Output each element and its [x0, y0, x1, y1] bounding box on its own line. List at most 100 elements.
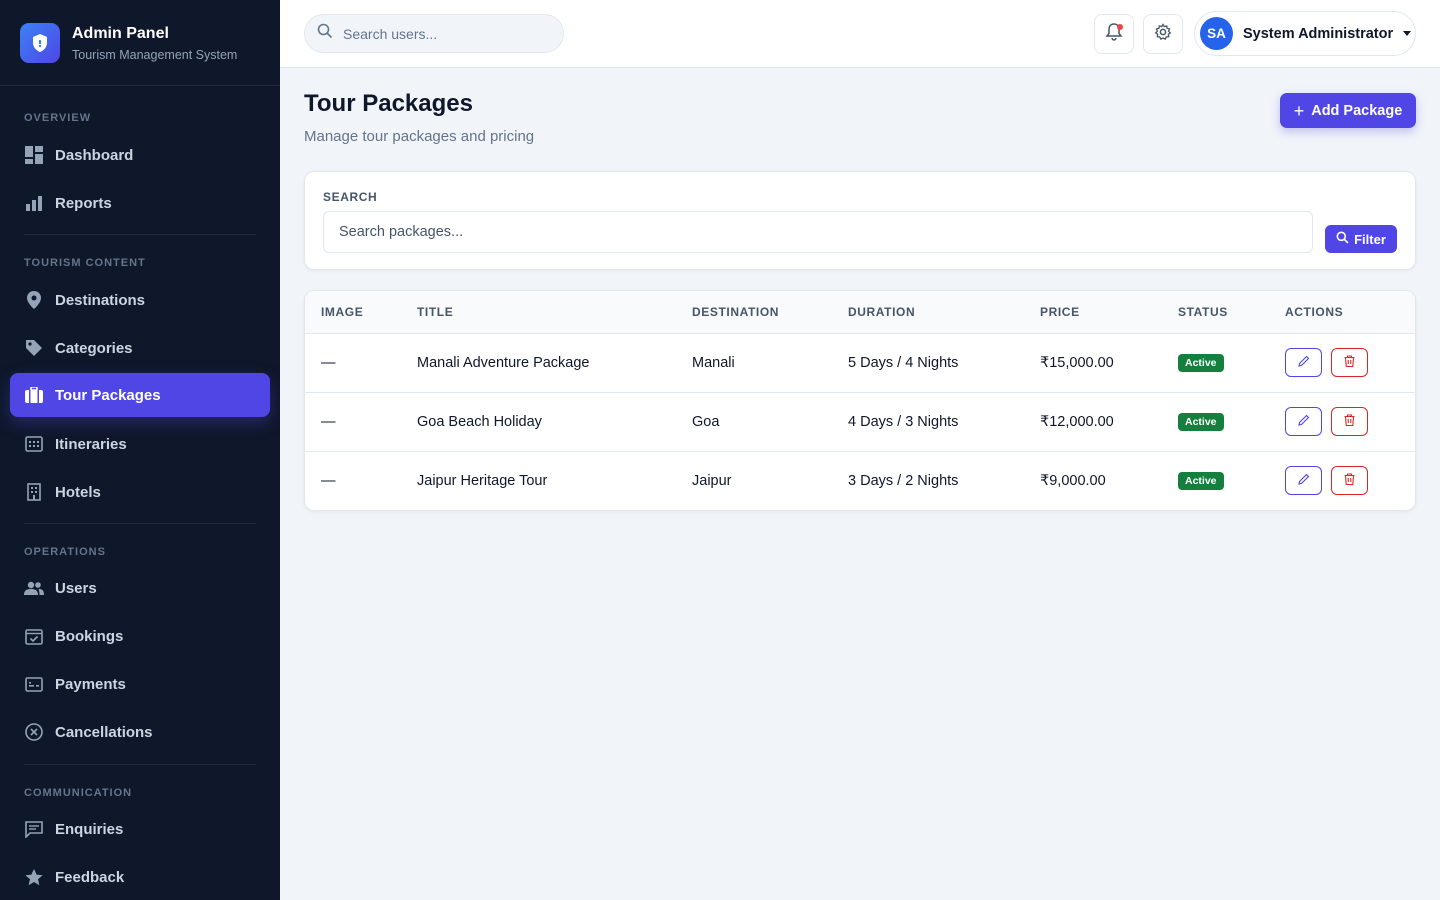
packages-table: IMAGE TITLE DESTINATION DURATION PRICE S…: [305, 291, 1415, 510]
cell-actions: [1285, 392, 1415, 452]
cell-destination: Manali: [692, 333, 848, 393]
status-badge: Active: [1178, 412, 1224, 431]
sidebar-item-bookings[interactable]: Bookings: [10, 614, 270, 658]
suitcase-icon: [24, 385, 44, 405]
sidebar-item-feedback[interactable]: Feedback: [10, 855, 270, 899]
page-title: Tour Packages: [304, 90, 473, 117]
cell-title: Manali Adventure Package: [417, 333, 692, 393]
sidebar-item-hotels[interactable]: Hotels: [10, 470, 270, 514]
sidebar-item-dashboard[interactable]: Dashboard: [10, 133, 270, 177]
filter-card: SEARCH Filter: [304, 171, 1416, 270]
map-pin-icon: [24, 290, 44, 310]
column-header-actions: ACTIONS: [1285, 291, 1415, 334]
page-subtitle: Manage tour packages and pricing: [304, 128, 535, 145]
filter-button-label: Filter: [1354, 231, 1386, 247]
table-row: — Jaipur Heritage Tour Jaipur 3 Days / 2…: [305, 451, 1415, 510]
sidebar-item-label: Tour Packages: [55, 386, 161, 404]
table-row: — Goa Beach Holiday Goa 4 Days / 3 Night…: [305, 392, 1415, 452]
sidebar-item-tour-packages[interactable]: Tour Packages: [10, 373, 270, 417]
edit-button[interactable]: [1285, 348, 1322, 377]
sidebar-item-itineraries[interactable]: Itineraries: [10, 422, 270, 466]
star-icon: [24, 867, 44, 887]
status-badge: Active: [1178, 471, 1224, 490]
sidebar-item-users[interactable]: Users: [10, 566, 270, 610]
sidebar-item-label: Dashboard: [55, 146, 134, 164]
filter-label: SEARCH: [323, 190, 378, 204]
pencil-icon: [1297, 473, 1310, 489]
cell-status: Active: [1178, 451, 1285, 510]
cell-price: ₹12,000.00: [1040, 392, 1178, 452]
tag-icon: [24, 338, 44, 358]
bar-chart-icon: [24, 193, 44, 213]
column-header-destination: DESTINATION: [692, 291, 848, 334]
cell-image: —: [305, 333, 417, 393]
message-icon: [24, 819, 44, 839]
sidebar-item-label: Itineraries: [55, 435, 127, 453]
trash-icon: [1344, 413, 1355, 430]
user-menu[interactable]: SA System Administrator: [1194, 11, 1416, 56]
status-badge: Active: [1178, 353, 1224, 372]
column-header-image: IMAGE: [305, 291, 417, 334]
sidebar-item-categories[interactable]: Categories: [10, 326, 270, 370]
calendar-check-icon: [24, 626, 44, 646]
sidebar-item-label: Categories: [55, 339, 133, 357]
sidebar: Admin Panel Tourism Management System OV…: [0, 0, 280, 900]
brand-subtitle: Tourism Management System: [72, 47, 238, 62]
delete-button[interactable]: [1331, 407, 1369, 436]
delete-button[interactable]: [1331, 348, 1369, 377]
user-search-input[interactable]: [343, 25, 543, 42]
sidebar-divider: [24, 523, 256, 524]
user-name: System Administrator: [1243, 25, 1394, 42]
column-header-title: TITLE: [417, 291, 692, 334]
notifications-button[interactable]: [1094, 14, 1134, 54]
sidebar-item-label: Destinations: [55, 291, 146, 309]
cell-actions: [1285, 451, 1415, 510]
cell-status: Active: [1178, 392, 1285, 452]
settings-button[interactable]: [1143, 14, 1183, 54]
trash-icon: [1344, 354, 1355, 371]
sidebar-item-enquiries[interactable]: Enquiries: [10, 807, 270, 851]
brand: Admin Panel Tourism Management System: [0, 0, 280, 86]
sidebar-item-reports[interactable]: Reports: [10, 181, 270, 225]
section-label-tourism: TOURISM CONTENT: [24, 257, 146, 269]
sidebar-item-payments[interactable]: Payments: [10, 662, 270, 706]
section-label-operations: OPERATIONS: [24, 546, 106, 558]
sidebar-item-label: Users: [55, 579, 97, 597]
trash-icon: [1344, 473, 1355, 489]
package-search-input[interactable]: [323, 211, 1313, 253]
section-label-communication: COMMUNICATION: [24, 787, 133, 799]
packages-table-card: IMAGE TITLE DESTINATION DURATION PRICE S…: [304, 290, 1416, 511]
filter-button[interactable]: Filter: [1325, 225, 1397, 253]
cell-actions: [1285, 333, 1415, 393]
cell-price: ₹9,000.00: [1040, 472, 1106, 489]
section-label-overview: OVERVIEW: [24, 112, 92, 124]
search-icon: [1336, 231, 1354, 247]
cell-image: —: [321, 472, 336, 489]
edit-button[interactable]: [1285, 466, 1322, 496]
chevron-down-icon: [1403, 31, 1412, 36]
edit-button[interactable]: [1285, 407, 1322, 436]
search-icon: [317, 23, 333, 44]
calendar-grid-icon: [24, 434, 44, 454]
delete-button[interactable]: [1331, 466, 1369, 496]
table-header-row: IMAGE TITLE DESTINATION DURATION PRICE S…: [305, 291, 1415, 334]
sidebar-item-label: Payments: [55, 675, 126, 693]
user-search-box[interactable]: [304, 14, 564, 53]
sidebar-item-label: Hotels: [55, 483, 101, 501]
cell-duration: 4 Days / 3 Nights: [848, 392, 1040, 452]
gear-icon: [1154, 22, 1172, 46]
sidebar-item-cancellations[interactable]: Cancellations: [10, 710, 270, 754]
notification-dot: [1117, 24, 1123, 30]
shield-icon: [20, 22, 60, 63]
sidebar-item-destinations[interactable]: Destinations: [10, 278, 270, 322]
x-circle-icon: [24, 722, 44, 742]
add-package-button[interactable]: + Add Package: [1280, 93, 1416, 128]
cell-image: —: [305, 392, 417, 452]
cell-duration: 3 Days / 2 Nights: [848, 472, 959, 489]
add-package-label: Add Package: [1311, 102, 1403, 119]
users-icon: [24, 578, 44, 598]
pencil-icon: [1297, 355, 1310, 371]
cell-title: Goa Beach Holiday: [417, 392, 692, 452]
plus-icon: +: [1293, 100, 1305, 121]
table-row: — Manali Adventure Package Manali 5 Days…: [305, 333, 1415, 393]
